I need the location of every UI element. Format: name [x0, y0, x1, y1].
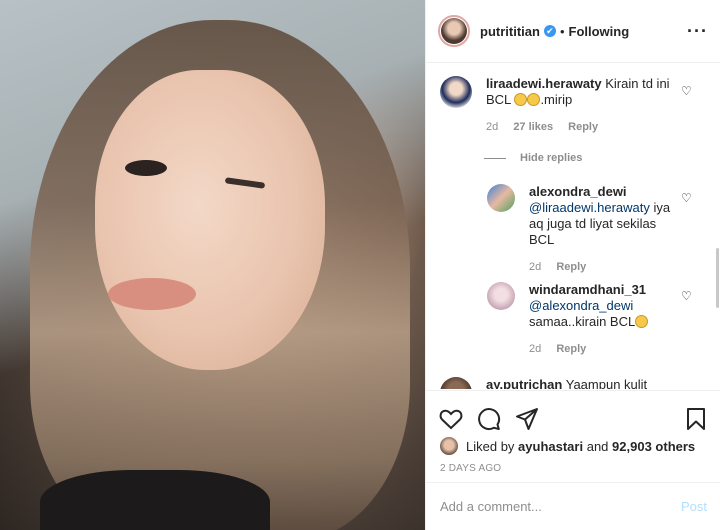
commenter-avatar[interactable]	[440, 76, 472, 108]
heart-icon[interactable]: ♡	[681, 289, 692, 303]
post-button[interactable]: Post	[681, 499, 707, 514]
reply-text: alexondra_dewi @liraadewi.herawaty iya a…	[529, 184, 679, 248]
reply-body: alexondra_dewi @liraadewi.herawaty iya a…	[529, 184, 679, 275]
reply-mention[interactable]: @alexondra_dewi	[529, 298, 633, 313]
comment-username[interactable]: ay.putrichan	[486, 377, 562, 389]
comment-username[interactable]: liraadewi.herawaty	[486, 76, 602, 91]
commenter-avatar[interactable]	[487, 184, 515, 212]
liker-username[interactable]: ayuhastari	[518, 439, 583, 454]
author-username[interactable]: putrititian	[480, 24, 540, 39]
post-actions: Liked by ayuhastari and 92,903 others 2 …	[426, 390, 720, 480]
post-timestamp[interactable]: 2 DAYS AGO	[426, 455, 720, 474]
more-options-icon[interactable]: ···	[687, 21, 708, 42]
comment-text: liraadewi.herawaty Kirain td ini BCL .mi…	[486, 76, 686, 108]
grin-emoji-icon	[635, 315, 649, 328]
reply-username[interactable]: alexondra_dewi	[529, 184, 627, 199]
likes-count[interactable]: 92,903 others	[612, 439, 695, 454]
reply-meta: 2d Reply	[529, 341, 679, 357]
comment-item-partial: ay.putrichan Yaampun kulit	[440, 377, 690, 389]
photo-shirt	[40, 470, 270, 530]
liker-avatar[interactable]	[440, 437, 458, 455]
reply-mention[interactable]: @liraadewi.herawaty	[529, 200, 650, 215]
bookmark-icon[interactable]	[685, 407, 707, 431]
commenter-avatar[interactable]	[440, 377, 472, 389]
author-avatar[interactable]	[438, 15, 470, 47]
heart-icon[interactable]	[439, 408, 463, 430]
likes-summary: Liked by ayuhastari and 92,903 others	[426, 437, 720, 455]
reply-content: samaa..kirain BCL	[529, 314, 636, 329]
reply-meta: 2d Reply	[529, 259, 679, 275]
heart-icon[interactable]: ♡	[681, 191, 692, 205]
add-comment-bar: Post	[426, 482, 720, 530]
reply-text: windaramdhani_31 @alexondra_dewi samaa..…	[529, 282, 679, 330]
reply-username[interactable]: windaramdhani_31	[529, 282, 646, 297]
comment-time[interactable]: 2d	[486, 121, 498, 133]
photo-face	[95, 70, 325, 370]
following-button[interactable]: Following	[569, 24, 630, 39]
reply-item: alexondra_dewi @liraadewi.herawaty iya a…	[487, 184, 687, 275]
reply-button[interactable]: Reply	[556, 261, 586, 273]
post-photo[interactable]	[0, 0, 425, 530]
photo-eye-left	[125, 160, 167, 176]
comments-list[interactable]: liraadewi.herawaty Kirain td ini BCL .mi…	[426, 64, 720, 389]
comment-meta: 2d 27 likes Reply	[486, 119, 686, 135]
comment-content-tail: .mirip	[540, 92, 573, 107]
comment-icon[interactable]	[477, 407, 501, 431]
photo-lips	[108, 278, 196, 310]
reply-body: windaramdhani_31 @alexondra_dewi samaa..…	[529, 282, 679, 357]
hide-replies-label: Hide replies	[520, 152, 583, 164]
reply-button[interactable]: Reply	[556, 343, 586, 355]
comment-body: ay.putrichan Yaampun kulit	[486, 377, 686, 389]
grin-emoji-icon	[514, 93, 528, 106]
post-header: putrititian ✔ • Following ···	[426, 0, 720, 63]
likes-prefix: Liked by	[466, 438, 515, 454]
likes-middle: and	[586, 438, 609, 454]
send-icon[interactable]	[515, 407, 539, 431]
hide-replies-toggle[interactable]: Hide replies	[484, 152, 582, 164]
header-separator: •	[559, 23, 565, 39]
comment-item: liraadewi.herawaty Kirain td ini BCL .mi…	[440, 76, 690, 135]
reply-time[interactable]: 2d	[529, 343, 541, 355]
post-side-panel: putrititian ✔ • Following ··· liraadewi.…	[425, 0, 720, 530]
hide-replies-line	[484, 157, 506, 159]
reply-time[interactable]: 2d	[529, 261, 541, 273]
comment-input[interactable]	[440, 499, 681, 514]
reply-button[interactable]: Reply	[568, 121, 598, 133]
comments-scrollbar[interactable]	[716, 248, 719, 308]
reply-item: windaramdhani_31 @alexondra_dewi samaa..…	[487, 282, 687, 357]
comment-content: Yaampun kulit	[565, 377, 648, 389]
heart-icon[interactable]: ♡	[681, 84, 692, 98]
grin-emoji-icon	[527, 93, 541, 106]
verified-badge-icon: ✔	[543, 25, 556, 37]
comment-body: liraadewi.herawaty Kirain td ini BCL .mi…	[486, 76, 686, 135]
comment-likes[interactable]: 27 likes	[513, 121, 553, 133]
action-icons	[426, 391, 720, 437]
commenter-avatar[interactable]	[487, 282, 515, 310]
